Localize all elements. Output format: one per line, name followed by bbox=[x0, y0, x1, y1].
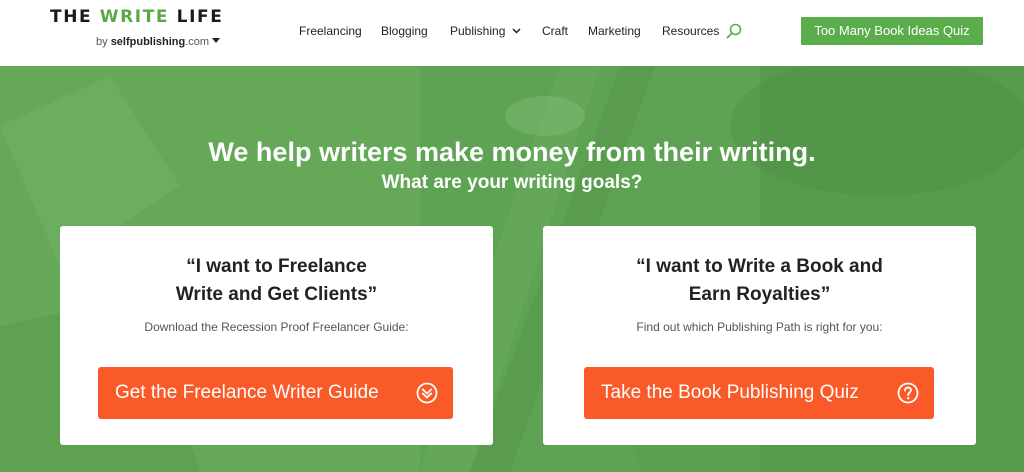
button-label: Take the Book Publishing Quiz bbox=[601, 382, 859, 403]
card-description: Download the Recession Proof Freelancer … bbox=[144, 320, 409, 334]
search-icon[interactable] bbox=[726, 23, 742, 39]
chevron-down-icon bbox=[512, 28, 521, 34]
nav-item-blogging[interactable]: Blogging bbox=[381, 23, 428, 39]
hero-subtitle: What are your writing goals? bbox=[381, 172, 643, 193]
card-quote-line: “I want to Freelance bbox=[186, 256, 367, 277]
chevron-double-down-circle-icon bbox=[416, 382, 438, 404]
nav-item-resources[interactable]: Resources bbox=[662, 23, 719, 39]
hero-section: We help writers make money from their wr… bbox=[0, 66, 1024, 472]
nav-item-marketing[interactable]: Marketing bbox=[588, 23, 641, 39]
card-quote-line: Earn Royalties” bbox=[688, 284, 831, 305]
nav-item-publishing[interactable]: Publishing bbox=[450, 23, 521, 39]
nav-item-publishing-label: Publishing bbox=[450, 24, 506, 38]
card-quote-line: “I want to Write a Book and bbox=[636, 256, 883, 277]
freelance-guide-button[interactable]: Get the Freelance Writer Guide bbox=[98, 367, 453, 419]
question-circle-icon bbox=[897, 382, 919, 404]
card-description: Find out which Publishing Path is right … bbox=[636, 320, 883, 334]
button-label: Get the Freelance Writer Guide bbox=[115, 382, 379, 403]
hero-title: We help writers make money from their wr… bbox=[208, 137, 816, 167]
card-quote: “I want to Write a Book and Earn Royalti… bbox=[543, 253, 976, 309]
book-card: “I want to Write a Book and Earn Royalti… bbox=[543, 226, 976, 445]
freelance-card: “I want to Freelance Write and Get Clien… bbox=[60, 226, 493, 445]
publishing-quiz-button[interactable]: Take the Book Publishing Quiz bbox=[584, 367, 934, 419]
nav-item-freelancing[interactable]: Freelancing bbox=[299, 23, 362, 39]
nav-item-craft[interactable]: Craft bbox=[542, 23, 568, 39]
card-quote: “I want to Freelance Write and Get Clien… bbox=[60, 253, 493, 309]
book-ideas-quiz-button[interactable]: Too Many Book Ideas Quiz bbox=[801, 17, 983, 45]
site-header: THE WRITE LIFE by selfpublishing.com Fre… bbox=[0, 0, 1024, 66]
card-quote-line: Write and Get Clients” bbox=[175, 284, 378, 305]
